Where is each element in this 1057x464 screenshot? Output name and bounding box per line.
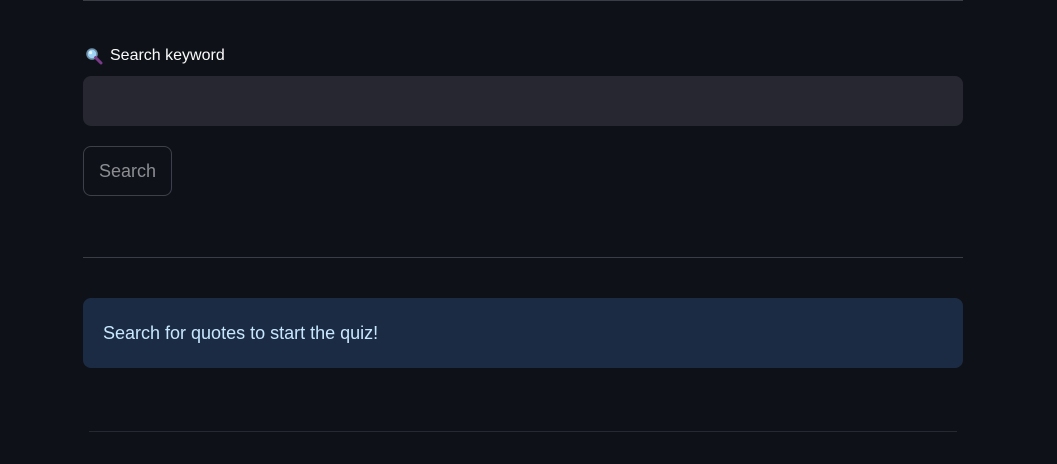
magnifier-icon	[85, 47, 103, 65]
info-alert: Search for quotes to start the quiz!	[83, 298, 963, 368]
search-input[interactable]	[83, 76, 963, 126]
search-keyword-label: Search keyword	[110, 47, 225, 64]
search-keyword-label-row: Search keyword	[85, 46, 225, 66]
info-message: Search for quotes to start the quiz!	[103, 322, 379, 343]
bottom-divider	[89, 431, 957, 432]
search-button[interactable]: Search	[83, 146, 172, 196]
section-divider	[83, 257, 963, 258]
top-divider	[83, 0, 963, 1]
